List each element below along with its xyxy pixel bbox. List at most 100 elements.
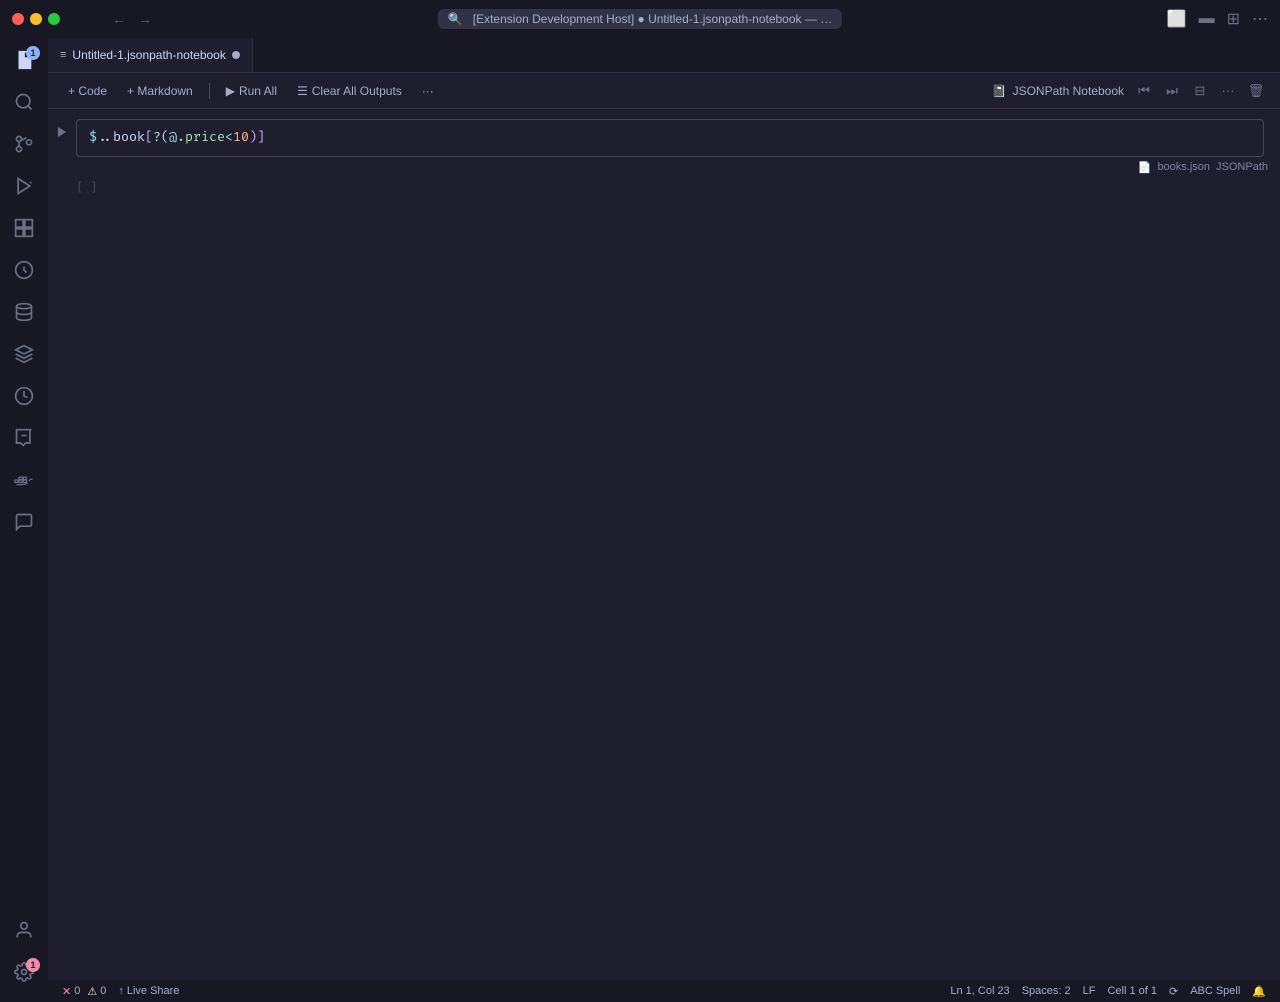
- status-encoding[interactable]: LF: [1077, 980, 1102, 1002]
- title-bar-actions: ⬜ ▬ ⊞ ⋯: [1167, 9, 1268, 29]
- add-markdown-button[interactable]: + Markdown: [119, 81, 201, 101]
- warning-icon: ⚠: [87, 985, 97, 998]
- activity-item-extensions[interactable]: [4, 210, 44, 250]
- activity-bar-bottom: 1: [4, 912, 44, 998]
- cell-body: $..book[?(@.price<10)]: [76, 119, 1264, 157]
- account-icon: [14, 920, 34, 945]
- activity-item-database[interactable]: [4, 294, 44, 334]
- live-share-icon: ↑: [118, 985, 124, 997]
- layout-more-icon[interactable]: ⋯: [1252, 9, 1268, 29]
- kernel-file-icon: 📄: [1138, 161, 1152, 174]
- explorer-badge: 1: [26, 46, 40, 60]
- search-icon: 🔍: [448, 12, 463, 26]
- tab-notebook[interactable]: ≡ Untitled-1.jsonpath-notebook: [48, 38, 253, 72]
- nav-back-button[interactable]: ←: [108, 9, 130, 29]
- activity-item-settings[interactable]: 1: [4, 954, 44, 994]
- code-bracket-close: )]: [249, 129, 265, 145]
- source-control-icon: [14, 134, 34, 159]
- run-all-button[interactable]: ▶ Run All: [218, 81, 285, 101]
- search-icon: [14, 92, 34, 117]
- code-at: @: [169, 129, 177, 145]
- layout-sidebar-icon[interactable]: ⬜: [1167, 9, 1187, 29]
- cell-container: $..book[?(@.price<10)] 📄 books.json JSON…: [48, 117, 1280, 180]
- activity-item-source-control[interactable]: [4, 126, 44, 166]
- sync-icon: ⟳: [1169, 985, 1178, 998]
- cell-code[interactable]: $..book[?(@.price<10)]: [77, 120, 1263, 156]
- chat-icon: [14, 512, 34, 537]
- activity-item-history[interactable]: [4, 378, 44, 418]
- close-button[interactable]: [12, 13, 24, 25]
- toolbar-more-button[interactable]: ···: [414, 81, 442, 101]
- status-live-share[interactable]: ↑ Live Share: [112, 985, 185, 997]
- live-share-label: Live Share: [127, 985, 180, 997]
- kernel-file-label: books.json: [1157, 161, 1210, 173]
- history-icon: [14, 386, 34, 411]
- activity-item-run-debug[interactable]: [4, 168, 44, 208]
- error-icon: ✕: [62, 985, 71, 998]
- code-key: .price: [177, 129, 225, 145]
- notification-icon: 🔔: [1252, 985, 1266, 998]
- run-below-button[interactable]: ⏭: [1160, 79, 1184, 103]
- app-body: 1: [0, 38, 1280, 1002]
- status-position[interactable]: Ln 1, Col 23: [944, 980, 1015, 1002]
- cell-action-group: ⏮ ⏭ ⊟ ··· 🗑: [1132, 79, 1268, 103]
- run-above-button[interactable]: ⏮: [1132, 79, 1156, 103]
- extensions-icon: [14, 218, 34, 243]
- code-dollar: $: [89, 129, 97, 145]
- status-spaces[interactable]: Spaces: 2: [1016, 980, 1077, 1002]
- docker-icon: [14, 470, 34, 495]
- status-spell[interactable]: ABC Spell: [1184, 980, 1246, 1002]
- layout-panel-icon[interactable]: ▬: [1199, 10, 1215, 28]
- status-sync[interactable]: ⟳: [1163, 980, 1184, 1002]
- status-bar: ✕ 0 ⚠ 0 ↑ Live Share Ln 1, Col 23 Spaces…: [48, 980, 1280, 1002]
- notebook-content[interactable]: $..book[?(@.price<10)] 📄 books.json JSON…: [48, 109, 1280, 980]
- activity-item-explorer[interactable]: 1: [4, 42, 44, 82]
- cell-wrapper: $..book[?(@.price<10)] 📄 books.json JSON…: [76, 119, 1280, 178]
- maximize-button[interactable]: [48, 13, 60, 25]
- traffic-lights: [12, 13, 60, 25]
- database-icon: [14, 302, 34, 327]
- layout-activity-icon[interactable]: ⊞: [1227, 9, 1240, 29]
- title-bar-search[interactable]: 🔍 [Extension Development Host] ● Untitle…: [438, 9, 842, 29]
- kernel-icon: 📓: [992, 84, 1007, 98]
- title-bar-text: [Extension Development Host] ● Untitled-…: [473, 12, 832, 26]
- status-notification[interactable]: 🔔: [1246, 980, 1272, 1002]
- split-cell-button[interactable]: ⊟: [1188, 79, 1212, 103]
- activity-item-layers[interactable]: [4, 336, 44, 376]
- status-errors[interactable]: ✕ 0 ⚠ 0: [56, 980, 112, 1002]
- output-collapsed-bracket: [ ]: [76, 180, 98, 194]
- nav-forward-button[interactable]: →: [134, 9, 156, 29]
- kernel-label[interactable]: 📓 JSONPath Notebook: [992, 84, 1124, 98]
- run-all-icon: ▶: [226, 84, 235, 98]
- activity-bar: 1: [0, 38, 48, 1002]
- cell-kernel-info: 📄 books.json JSONPath: [76, 157, 1280, 178]
- gitlens-icon: [14, 428, 34, 453]
- toolbar-separator: [209, 83, 210, 99]
- error-count: 0: [74, 985, 80, 997]
- cell-more-button[interactable]: ···: [1216, 79, 1240, 103]
- kernel-lang-label: JSONPath: [1216, 161, 1268, 173]
- settings-badge: 1: [26, 958, 40, 972]
- minimize-button[interactable]: [30, 13, 42, 25]
- status-cell-info[interactable]: Cell 1 of 1: [1101, 980, 1163, 1002]
- activity-item-docker[interactable]: [4, 462, 44, 502]
- activity-item-gitlens[interactable]: [4, 420, 44, 460]
- code-filter: ?(: [153, 129, 169, 145]
- activity-item-search[interactable]: [4, 84, 44, 124]
- warning-count: 0: [100, 985, 106, 997]
- delete-cell-button[interactable]: 🗑: [1244, 79, 1268, 103]
- activity-item-account[interactable]: [4, 912, 44, 952]
- nav-arrows: ← →: [108, 9, 156, 29]
- notebook-toolbar: + Code + Markdown ▶ Run All ☰ Clear All …: [48, 73, 1280, 109]
- clear-icon: ☰: [297, 84, 308, 98]
- add-code-button[interactable]: + Code: [60, 81, 115, 101]
- notebook-tab-icon: ≡: [60, 49, 66, 61]
- cell-run-button[interactable]: [48, 119, 76, 145]
- code-path: ..book: [97, 129, 145, 145]
- clear-outputs-button[interactable]: ☰ Clear All Outputs: [289, 81, 410, 101]
- activity-item-remote[interactable]: [4, 252, 44, 292]
- run-debug-icon: [14, 176, 34, 201]
- activity-item-chat[interactable]: [4, 504, 44, 544]
- toolbar-right: 📓 JSONPath Notebook ⏮ ⏭ ⊟ ··· 🗑: [992, 79, 1268, 103]
- code-num: 10: [233, 129, 249, 145]
